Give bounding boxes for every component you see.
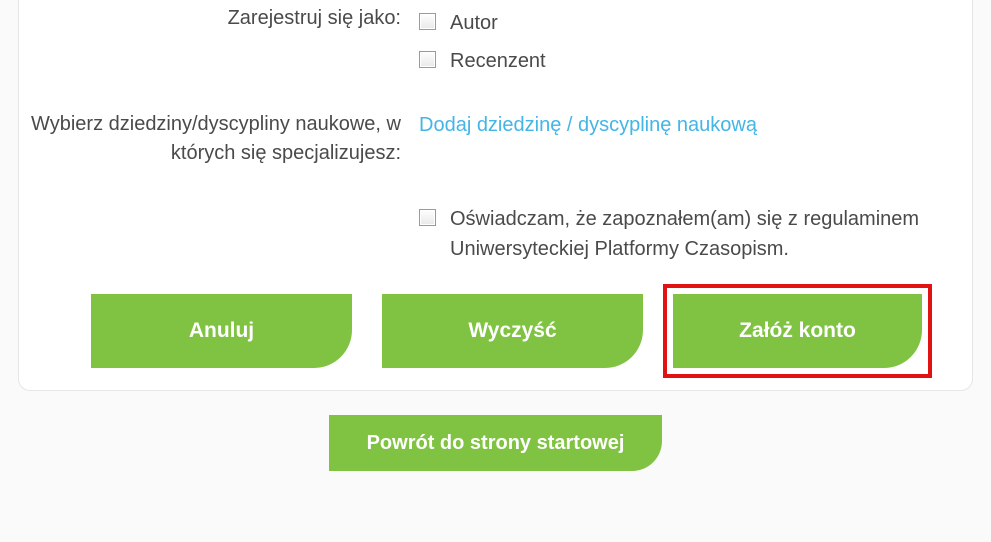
terms-value: Oświadczam, że zapoznałem(am) się z regu… [419, 200, 972, 272]
register-as-label: Zarejestruj się jako: [19, 4, 419, 33]
checkbox-icon[interactable] [419, 13, 436, 30]
disciplines-row: Wybierz dziedziny/dyscypliny naukowe, w … [19, 106, 972, 172]
disciplines-value: Dodaj dziedzinę / dyscyplinę naukową [419, 110, 972, 140]
terms-text: Oświadczam, że zapoznałem(am) się z regu… [450, 204, 942, 264]
back-row: Powrót do strony startowej [0, 391, 991, 471]
create-account-button[interactable]: Załóż konto [673, 294, 922, 368]
checkbox-icon[interactable] [419, 209, 436, 226]
checkbox-icon[interactable] [419, 51, 436, 68]
create-highlight: Załóż konto [663, 284, 932, 378]
disciplines-label: Wybierz dziedziny/dyscypliny naukowe, w … [19, 110, 419, 168]
registration-card: Zarejestruj się jako: Autor Recenzent Wy… [18, 0, 973, 391]
register-as-options: Autor Recenzent [419, 4, 972, 84]
terms-row: Oświadczam, że zapoznałem(am) się z regu… [19, 196, 972, 276]
option-author-label: Autor [450, 8, 498, 38]
add-discipline-link[interactable]: Dodaj dziedzinę / dyscyplinę naukową [419, 114, 757, 136]
register-as-row: Zarejestruj się jako: Autor Recenzent [19, 0, 972, 88]
option-reviewer-label: Recenzent [450, 46, 546, 76]
form-buttons: Anuluj Wyczyść Załóż konto [19, 276, 972, 368]
clear-button[interactable]: Wyczyść [382, 294, 643, 368]
cancel-button[interactable]: Anuluj [91, 294, 352, 368]
option-author[interactable]: Autor [419, 8, 942, 38]
terms-line[interactable]: Oświadczam, że zapoznałem(am) się z regu… [419, 204, 942, 264]
option-reviewer[interactable]: Recenzent [419, 46, 942, 76]
back-button[interactable]: Powrót do strony startowej [329, 415, 663, 471]
